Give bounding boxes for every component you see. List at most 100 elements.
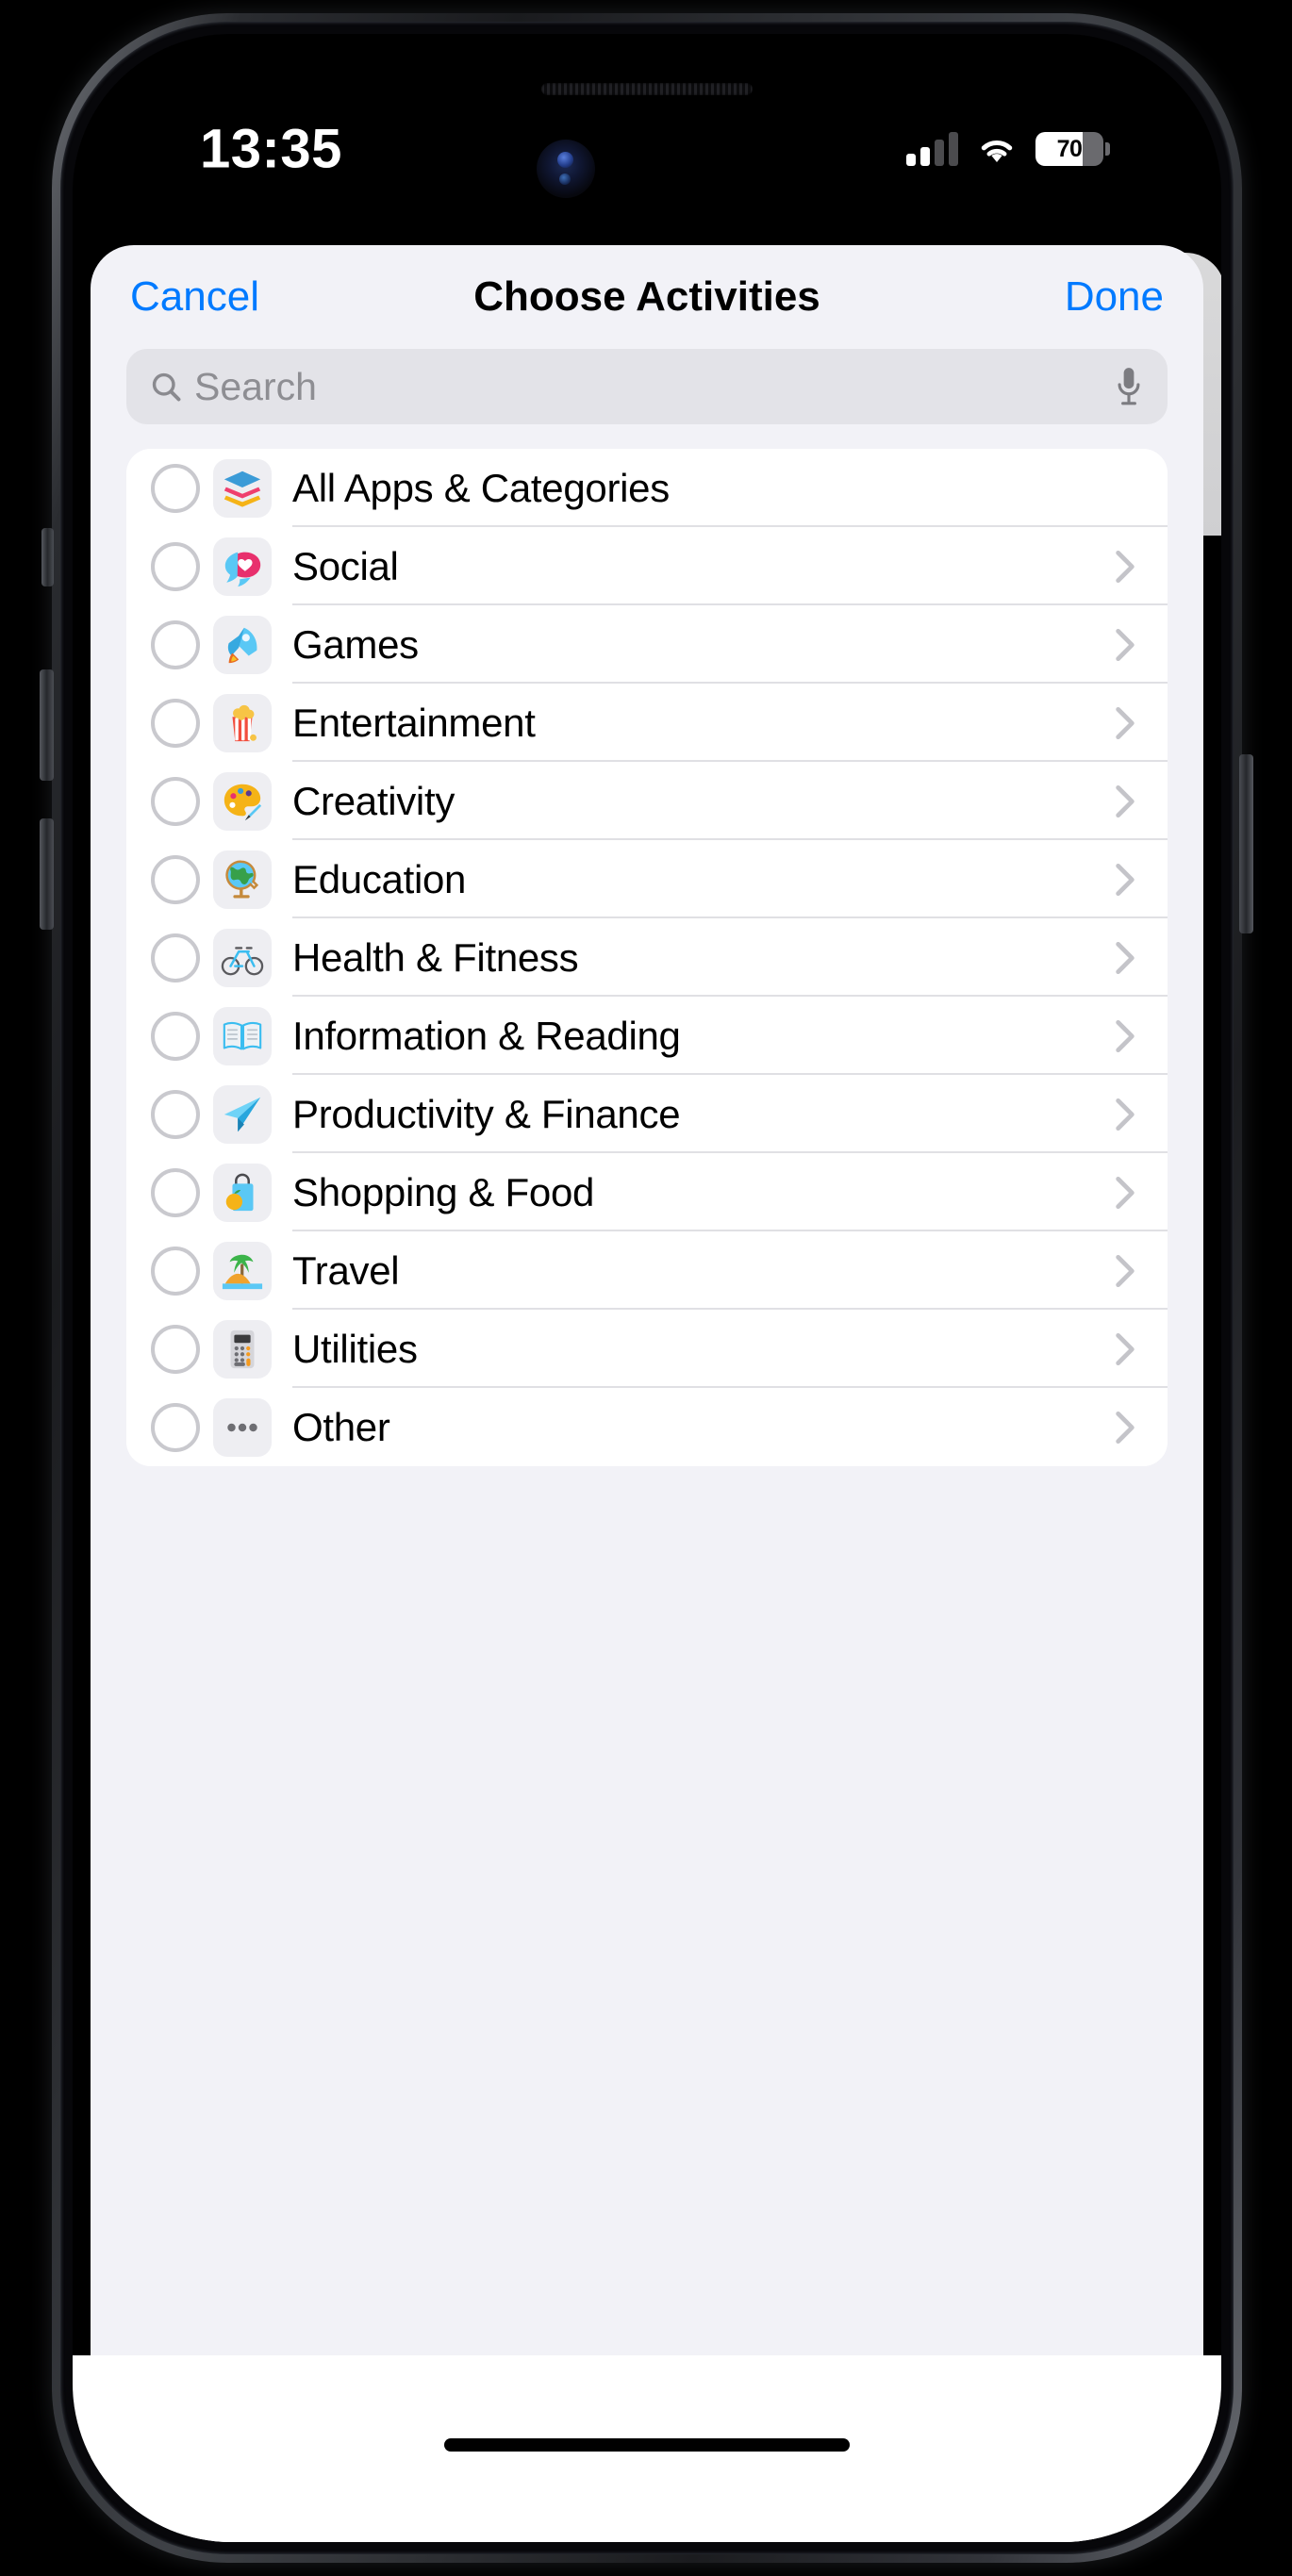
- chevron-right-icon: [1116, 628, 1135, 661]
- list-item[interactable]: Education: [126, 840, 1168, 918]
- list-item-content: Utilities: [292, 1310, 1168, 1388]
- checkbox-creativity[interactable]: [151, 776, 200, 826]
- status-bar-indicators: 70: [906, 132, 1110, 166]
- list-item-label: Travel: [292, 1247, 400, 1293]
- done-button[interactable]: Done: [1065, 273, 1164, 321]
- list-item-label: Entertainment: [292, 700, 536, 745]
- list-item[interactable]: Shopping & Food: [126, 1153, 1168, 1231]
- paint-palette-icon: [213, 771, 272, 831]
- list-item-content: Education: [292, 840, 1168, 918]
- checkbox-social[interactable]: [151, 541, 200, 591]
- list-item[interactable]: Utilities: [126, 1310, 1168, 1388]
- battery-icon: 70: [1035, 132, 1110, 166]
- checkbox-other[interactable]: [151, 1402, 200, 1452]
- list-item-content: Creativity: [292, 762, 1168, 840]
- list-item-label: Social: [292, 543, 399, 588]
- sheet-navigation-bar: Cancel Choose Activities Done: [91, 245, 1203, 349]
- list-item-content: All Apps & Categories: [292, 449, 1168, 527]
- checkbox-productivity-finance[interactable]: [151, 1089, 200, 1139]
- list-item-label: Creativity: [292, 778, 456, 823]
- checkbox-shopping-food[interactable]: [151, 1167, 200, 1217]
- list-item-label: Utilities: [292, 1326, 418, 1371]
- calculator-icon: [213, 1319, 272, 1379]
- list-item[interactable]: Information & Reading: [126, 997, 1168, 1075]
- checkbox-travel[interactable]: [151, 1246, 200, 1296]
- open-book-icon: [213, 1006, 272, 1065]
- checkbox-information-reading[interactable]: [151, 1011, 200, 1061]
- list-item[interactable]: Other: [126, 1388, 1168, 1466]
- list-item-label: All Apps & Categories: [292, 465, 670, 510]
- volume-down-button[interactable]: [40, 818, 54, 930]
- list-item[interactable]: All Apps & Categories: [126, 449, 1168, 527]
- layers-stack-icon: [213, 458, 272, 518]
- list-item[interactable]: Social: [126, 527, 1168, 605]
- list-item-content: Information & Reading: [292, 997, 1168, 1075]
- cancel-button[interactable]: Cancel: [130, 273, 259, 321]
- device-frame: Cancel Choose Activities Done Search All…: [0, 0, 1292, 2576]
- list-item[interactable]: Health & Fitness: [126, 918, 1168, 997]
- search-input[interactable]: [194, 364, 1103, 409]
- search-bar[interactable]: [126, 349, 1168, 424]
- list-item[interactable]: Creativity: [126, 762, 1168, 840]
- activities-list: All Apps & Categories Social Games Enter…: [126, 449, 1168, 1466]
- chevron-right-icon: [1116, 1098, 1135, 1131]
- list-item-content: Travel: [292, 1231, 1168, 1310]
- chevron-right-icon: [1116, 706, 1135, 739]
- volume-up-button[interactable]: [40, 669, 54, 781]
- list-item-content: Social: [292, 527, 1168, 605]
- paper-plane-icon: [213, 1084, 272, 1144]
- list-item-label: Games: [292, 621, 419, 667]
- checkbox-games[interactable]: [151, 619, 200, 669]
- home-indicator[interactable]: [444, 2438, 850, 2452]
- list-item-label: Health & Fitness: [292, 934, 579, 980]
- checkbox-utilities[interactable]: [151, 1324, 200, 1374]
- list-item-label: Productivity & Finance: [292, 1091, 681, 1136]
- speaker-grille: [541, 83, 753, 95]
- search-icon: [152, 372, 181, 402]
- battery-fill: [1035, 132, 1084, 166]
- list-item[interactable]: Entertainment: [126, 684, 1168, 762]
- checkbox-entertainment[interactable]: [151, 698, 200, 748]
- ellipsis-icon: [213, 1397, 272, 1457]
- wifi-icon: [981, 140, 1013, 163]
- bicycle-icon: [213, 928, 272, 987]
- rocket-icon: [213, 615, 272, 674]
- silent-switch-button[interactable]: [41, 528, 54, 586]
- power-button[interactable]: [1239, 754, 1253, 933]
- checkbox-all-apps-categories[interactable]: [151, 463, 200, 513]
- list-item-label: Education: [292, 856, 467, 901]
- desert-island-icon: [213, 1241, 272, 1300]
- chevron-right-icon: [1116, 1254, 1135, 1287]
- checkbox-health-fitness[interactable]: [151, 933, 200, 983]
- chevron-right-icon: [1116, 784, 1135, 817]
- chevron-right-icon: [1116, 863, 1135, 896]
- list-item[interactable]: Games: [126, 605, 1168, 684]
- list-item-label: Information & Reading: [292, 1013, 681, 1058]
- checkbox-education[interactable]: [151, 854, 200, 904]
- cellular-bars-icon: [906, 132, 958, 166]
- front-camera-icon: [537, 140, 595, 198]
- chevron-right-icon: [1116, 1019, 1135, 1052]
- status-bar-time: 13:35: [200, 118, 342, 180]
- battery-cap: [1105, 142, 1110, 156]
- chevron-right-icon: [1116, 1332, 1135, 1365]
- list-item[interactable]: Productivity & Finance: [126, 1075, 1168, 1153]
- globe-icon: [213, 850, 272, 909]
- choose-activities-sheet: Cancel Choose Activities Done Search All…: [91, 245, 1203, 2542]
- list-item-content: Shopping & Food: [292, 1153, 1168, 1231]
- list-item-label: Other: [292, 1404, 390, 1449]
- microphone-icon[interactable]: [1113, 365, 1145, 408]
- list-item[interactable]: Travel: [126, 1231, 1168, 1310]
- popcorn-icon: [213, 693, 272, 752]
- list-item-content: Productivity & Finance: [292, 1075, 1168, 1153]
- list-item-content: Health & Fitness: [292, 918, 1168, 997]
- chevron-right-icon: [1116, 1176, 1135, 1209]
- chevron-right-icon: [1116, 1411, 1135, 1444]
- chevron-right-icon: [1116, 550, 1135, 583]
- list-item-label: Shopping & Food: [292, 1169, 595, 1214]
- shopping-bag-icon: [213, 1163, 272, 1222]
- battery-level-label: 70: [1056, 135, 1083, 162]
- speech-bubble-heart-icon: [213, 537, 272, 596]
- device-screen: Cancel Choose Activities Done Search All…: [73, 34, 1221, 2542]
- chevron-right-icon: [1116, 941, 1135, 974]
